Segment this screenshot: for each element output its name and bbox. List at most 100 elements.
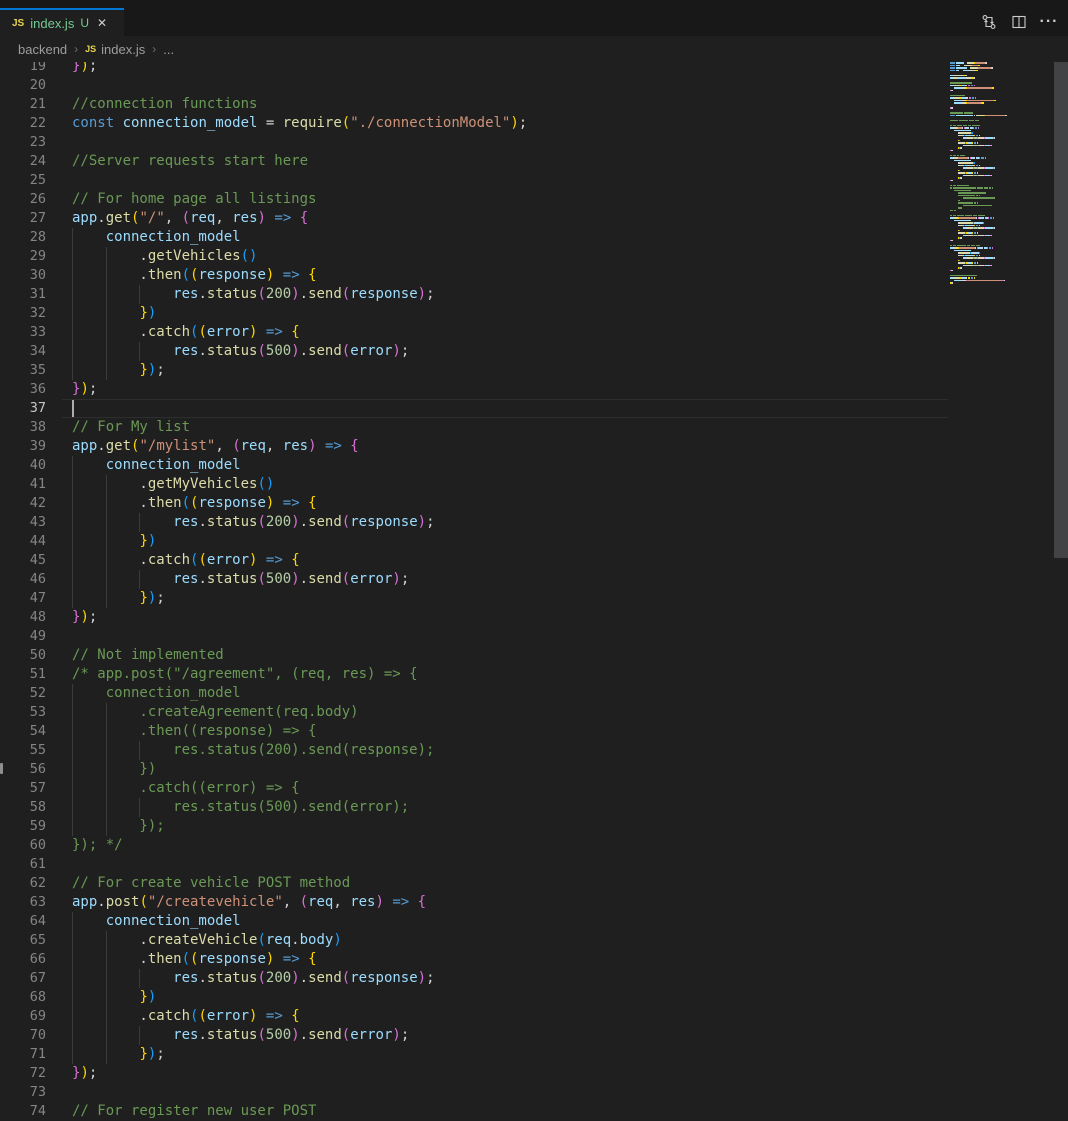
code-line[interactable]: 50 // Not implemented — [0, 646, 948, 665]
code-text: .catch((error) => { — [72, 779, 948, 798]
code-line[interactable]: 48}); — [0, 608, 948, 627]
code-line[interactable]: 71 }); — [0, 1045, 948, 1064]
code-line[interactable]: 44 }) — [0, 532, 948, 551]
tab-index-js[interactable]: JS index.js U ✕ — [0, 8, 124, 36]
line-number: 33 — [0, 323, 46, 342]
code-line[interactable]: 57 .catch((error) => { — [0, 779, 948, 798]
breadcrumb-item-backend[interactable]: backend — [18, 42, 67, 57]
minimap[interactable] — [950, 62, 1046, 1121]
code-line[interactable]: 51/* app.post("/agreement", (req, res) =… — [0, 665, 948, 684]
code-line[interactable]: 63app.post("/createvehicle", (req, res) … — [0, 893, 948, 912]
code-line[interactable]: 53 .createAgreement(req.body) — [0, 703, 948, 722]
code-line[interactable]: 41 .getMyVehicles() — [0, 475, 948, 494]
code-text: connection_model — [72, 456, 948, 475]
code-line[interactable]: 35 }); — [0, 361, 948, 380]
code-editor[interactable]: 19});2021//connection functions22const c… — [0, 62, 1068, 1121]
code-line[interactable]: 27app.get("/", (req, res) => { — [0, 209, 948, 228]
code-line[interactable]: 43 res.status(200).send(response); — [0, 513, 948, 532]
code-line[interactable]: 74// For register new user POST — [0, 1102, 948, 1121]
code-text: }) — [72, 532, 948, 551]
split-editor-icon[interactable] — [1010, 13, 1028, 31]
line-number: 49 — [0, 627, 46, 646]
code-line[interactable]: 47 }); — [0, 589, 948, 608]
code-line[interactable]: 40 connection_model — [0, 456, 948, 475]
code-line[interactable]: 52 connection_model — [0, 684, 948, 703]
code-line[interactable]: 24//Server requests start here — [0, 152, 948, 171]
code-text — [72, 855, 948, 874]
code-line[interactable]: 23 — [0, 133, 948, 152]
code-line[interactable]: 19}); — [0, 62, 948, 76]
line-number: 68 — [0, 988, 46, 1007]
indent-guide — [72, 703, 73, 722]
code-line[interactable]: 32 }) — [0, 304, 948, 323]
code-line[interactable]: 70 res.status(500).send(error); — [0, 1026, 948, 1045]
indent-guide — [72, 931, 73, 950]
line-number: 66 — [0, 950, 46, 969]
code-line[interactable]: 34 res.status(500).send(error); — [0, 342, 948, 361]
code-line[interactable]: 28 connection_model — [0, 228, 948, 247]
code-line[interactable]: 33 .catch((error) => { — [0, 323, 948, 342]
code-line[interactable]: 61 — [0, 855, 948, 874]
code-line[interactable]: 29 .getVehicles() — [0, 247, 948, 266]
line-number: 53 — [0, 703, 46, 722]
indent-guide — [72, 950, 73, 969]
code-line[interactable]: 65 .createVehicle(req.body) — [0, 931, 948, 950]
code-line[interactable]: 55 res.status(200).send(response); — [0, 741, 948, 760]
code-line[interactable]: 45 .catch((error) => { — [0, 551, 948, 570]
code-text: .catch((error) => { — [72, 551, 948, 570]
code-line[interactable]: 62// For create vehicle POST method — [0, 874, 948, 893]
code-line[interactable]: 42 .then((response) => { — [0, 494, 948, 513]
breadcrumb-item-symbol[interactable]: ... — [163, 42, 174, 57]
code-line[interactable]: 60}); */ — [0, 836, 948, 855]
code-text: // Not implemented — [72, 646, 948, 665]
code-text: // For My list — [72, 418, 948, 437]
code-line[interactable]: 22const connection_model = require("./co… — [0, 114, 948, 133]
close-tab-icon[interactable]: ✕ — [97, 16, 107, 30]
more-actions-icon[interactable]: ··· — [1040, 13, 1058, 31]
indent-guide — [72, 304, 73, 323]
breadcrumb-item-index-js[interactable]: JS index.js — [85, 42, 145, 57]
line-number: 23 — [0, 133, 46, 152]
code-line[interactable]: 69 .catch((error) => { — [0, 1007, 948, 1026]
code-text — [72, 171, 948, 190]
indent-guide — [72, 1045, 73, 1064]
line-number: 44 — [0, 532, 46, 551]
code-line[interactable]: 68 }) — [0, 988, 948, 1007]
code-line[interactable]: 38// For My list — [0, 418, 948, 437]
code-line[interactable]: 31 res.status(200).send(response); — [0, 285, 948, 304]
code-line[interactable]: 36}); — [0, 380, 948, 399]
code-line[interactable]: 56 }) — [0, 760, 948, 779]
line-number: 48 — [0, 608, 46, 627]
code-text: app.get("/", (req, res) => { — [72, 209, 948, 228]
code-line[interactable]: 25 — [0, 171, 948, 190]
code-line[interactable]: 66 .then((response) => { — [0, 950, 948, 969]
code-line[interactable]: 26// For home page all listings — [0, 190, 948, 209]
code-line[interactable]: 73 — [0, 1083, 948, 1102]
code-line[interactable]: 21//connection functions — [0, 95, 948, 114]
code-line[interactable]: 39app.get("/mylist", (req, res) => { — [0, 437, 948, 456]
code-text: res.status(500).send(error); — [72, 342, 948, 361]
code-line[interactable]: 59 }); — [0, 817, 948, 836]
line-number: 50 — [0, 646, 46, 665]
line-number: 72 — [0, 1064, 46, 1083]
scrollbar-thumb[interactable] — [1054, 62, 1068, 558]
code-line[interactable]: 20 — [0, 76, 948, 95]
compare-changes-icon[interactable] — [980, 13, 998, 31]
code-text — [72, 76, 948, 95]
code-line[interactable]: 54 .then((response) => { — [0, 722, 948, 741]
code-text: res.status(500).send(error); — [72, 1026, 948, 1045]
code-line[interactable]: 58 res.status(500).send(error); — [0, 798, 948, 817]
code-line[interactable]: 72}); — [0, 1064, 948, 1083]
indent-guide — [106, 589, 107, 608]
code-line[interactable]: 64 connection_model — [0, 912, 948, 931]
code-line[interactable]: 37 — [0, 399, 948, 418]
code-line[interactable]: 49 — [0, 627, 948, 646]
vertical-scrollbar[interactable] — [1054, 62, 1068, 1121]
code-line[interactable]: 46 res.status(500).send(error); — [0, 570, 948, 589]
line-number: 42 — [0, 494, 46, 513]
indent-guide — [106, 304, 107, 323]
code-text: }); */ — [72, 836, 948, 855]
code-text: }) — [72, 760, 948, 779]
code-line[interactable]: 30 .then((response) => { — [0, 266, 948, 285]
code-line[interactable]: 67 res.status(200).send(response); — [0, 969, 948, 988]
